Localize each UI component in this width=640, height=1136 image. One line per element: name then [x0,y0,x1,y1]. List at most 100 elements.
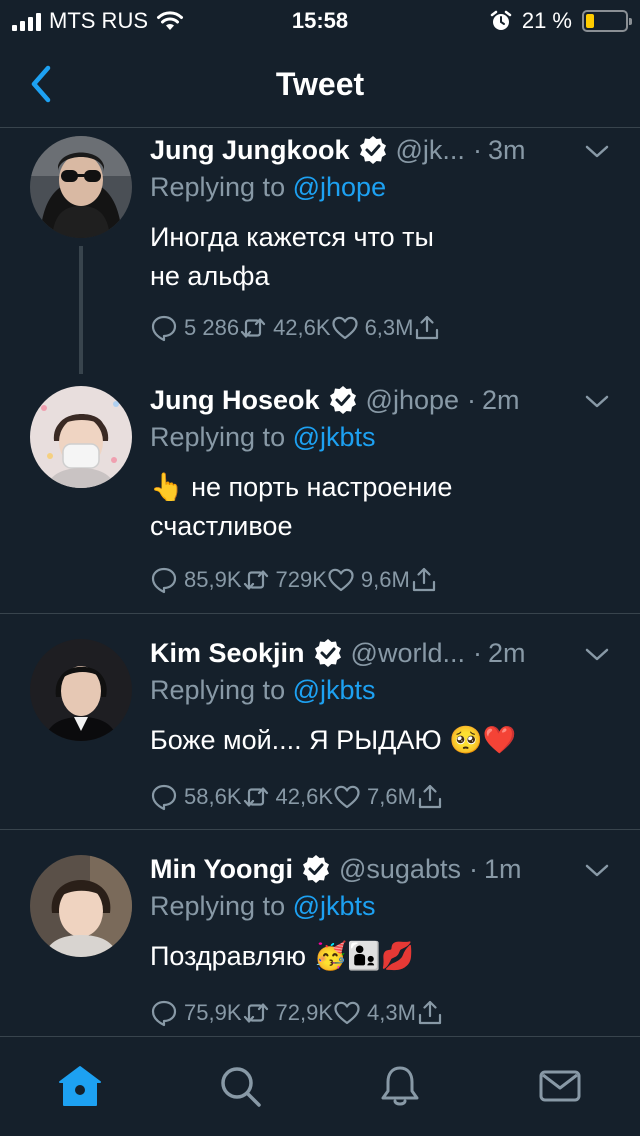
author-handle[interactable]: @jk... [396,135,465,166]
tweet-header: Jung Hoseok @jhope · 2m [150,382,620,418]
share-button[interactable] [410,566,438,594]
tweet-text: Боже мой.... Я РЫДАЮ 🥺❤️ [150,721,610,760]
avatar[interactable] [30,639,132,741]
battery-icon [582,10,632,32]
messages-icon[interactable] [537,1063,583,1109]
reply-mention[interactable]: @jkbts [293,891,376,921]
share-icon [416,315,439,340]
notifications-icon[interactable] [377,1063,423,1109]
chevron-down-icon[interactable] [584,390,610,412]
separator-dot: · [468,853,478,884]
author-name[interactable]: Kim Seokjin [150,638,305,669]
nav-bar: Tweet [0,40,640,128]
chevron-down-icon[interactable] [584,140,610,162]
reply-icon [151,315,177,342]
author-name[interactable]: Jung Jungkook [150,135,350,166]
verified-icon [314,639,341,667]
tweet-actions: 75,9K 72,9K 4,3M [150,995,444,1031]
battery-percent: 21 % [521,8,572,33]
avatar[interactable] [30,386,132,488]
author-name[interactable]: Min Yoongi [150,854,293,885]
search-icon[interactable] [217,1063,263,1109]
tweet-header: Jung Jungkook @jk... · 3m [150,132,620,168]
retweet-count: 729K [275,567,327,592]
like-button[interactable]: 6,3M [331,314,414,342]
replying-prefix: Replying to [150,422,286,452]
reply-button[interactable]: 58,6K [150,783,242,811]
chevron-down-icon[interactable] [584,859,610,881]
avatar[interactable] [30,855,132,957]
reply-mention[interactable]: @jkbts [293,422,376,452]
tweet-text: Поздравляю 🥳👨‍👦💋 [150,937,610,976]
like-button[interactable]: 7,6M [333,783,416,811]
verified-icon [302,855,329,883]
replying-prefix: Replying to [150,891,286,921]
tweet-text: Иногда кажется что ты не альфа [150,218,610,296]
tweet-actions: 58,6K 42,6K 7,6M [150,779,444,815]
verified-icon [329,386,356,414]
retweet-button[interactable]: 72,9K [242,999,334,1027]
tab-bar [0,1036,640,1136]
thread-line [79,246,83,374]
verified-icon [359,136,386,164]
replying-to: Replying to @jkbts [150,891,376,922]
retweet-button[interactable]: 729K [242,566,327,594]
reply-button[interactable]: 85,9K [150,566,242,594]
author-handle[interactable]: @jhope [366,385,459,416]
share-button[interactable] [416,783,444,811]
tweet-yoongi[interactable]: Min Yoongi @sugabts · 1m Replying to @jk… [0,831,640,1036]
separator-dot: · [472,637,482,668]
like-button[interactable]: 9,6M [327,566,410,594]
retweet-icon [240,318,266,338]
status-right: 21 % [490,8,632,34]
tweet-text-line: Боже мой.... Я РЫДАЮ 🥺❤️ [150,725,517,755]
separator-dot: · [467,384,477,415]
retweet-icon [243,570,268,590]
like-count: 4,3M [367,1000,416,1025]
reply-icon [151,1000,177,1027]
replying-to: Replying to @jkbts [150,675,376,706]
author-name[interactable]: Jung Hoseok [150,385,320,416]
retweet-button[interactable]: 42,6K [242,783,334,811]
reply-mention[interactable]: @jkbts [293,675,376,705]
retweet-count: 42,6K [275,784,334,809]
retweet-count: 72,9K [275,1000,334,1025]
retweet-icon [243,787,268,807]
share-button[interactable] [416,999,444,1027]
reply-button[interactable]: 5 286 [150,314,239,342]
heart-icon [331,316,358,340]
page-title: Tweet [275,66,365,102]
like-button[interactable]: 4,3M [333,999,416,1027]
tweet-seokjin[interactable]: Kim Seokjin @world... · 2m Replying to @… [0,615,640,830]
like-count: 6,3M [364,315,414,340]
author-handle[interactable]: @sugabts [339,854,461,885]
share-button[interactable] [413,314,441,342]
retweet-icon [243,1003,268,1023]
avatar[interactable] [30,136,132,238]
home-icon[interactable] [57,1063,103,1109]
reply-button[interactable]: 75,9K [150,999,242,1027]
reply-mention[interactable]: @jhope [293,172,386,202]
author-handle[interactable]: @world... [351,638,465,669]
tweet-actions: 5 286 42,6K 6,3M [150,310,441,346]
retweet-count: 42,6K [273,315,331,340]
share-icon [418,784,442,809]
tweet-time: 3m [487,134,526,165]
reply-count: 5 286 [184,315,240,340]
reply-count: 58,6K [184,784,242,809]
tweet-text-line: Поздравляю 🥳👨‍👦💋 [150,941,415,971]
tweet-jungkook[interactable]: Jung Jungkook @jk... · 3m Replying to @j… [0,128,640,374]
reply-count: 75,9K [184,1000,242,1025]
tweet-text-line: не альфа [150,261,270,291]
reply-icon [151,784,177,811]
replying-prefix: Replying to [150,172,286,202]
tweet-hoseok[interactable]: Jung Hoseok @jhope · 2m Replying to @jkb… [0,374,640,614]
retweet-button[interactable]: 42,6K [239,314,331,342]
heart-icon [328,568,354,592]
separator-dot: · [472,134,482,165]
tweet-time: 1m [483,853,522,884]
replying-to: Replying to @jkbts [150,422,376,453]
tweet-time: 2m [487,637,526,668]
alarm-icon [490,10,512,30]
chevron-down-icon[interactable] [584,643,610,665]
